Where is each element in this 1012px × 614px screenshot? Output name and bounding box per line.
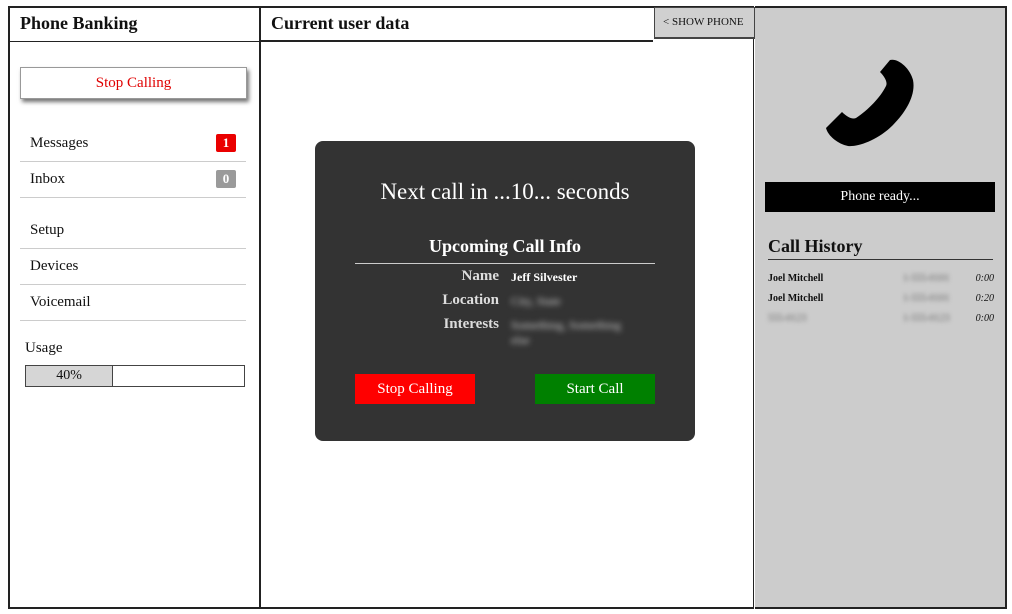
history-caller-name: Joel Mitchell [768,273,824,284]
call-history-row[interactable]: 555-0123 1-555-0123 0:00 [768,311,994,327]
sidebar: Phone Banking Stop Calling Messages 1 In… [8,6,261,609]
upcoming-call-title: Upcoming Call Info [428,236,581,256]
usage-label: Usage [25,340,63,356]
interests-value: Something, Something else [511,318,622,347]
nav-item-voicemail[interactable]: Voicemail [20,285,246,321]
next-call-dialog: Next call in ...10... seconds Upcoming C… [315,141,695,441]
phone-panel: Phone ready... Call History Joel Mitchel… [755,6,1007,609]
usage-progress-bar: 40% [25,365,245,387]
call-history-title: Call History [768,236,993,260]
nav-item-setup[interactable]: Setup [20,213,246,249]
start-call-button[interactable]: Start Call [535,374,655,404]
history-caller-number: 1-555-0101 [903,293,950,304]
history-call-duration: 0:00 [975,273,994,284]
location-label: Location [442,292,499,308]
nav-item-label: Messages [30,135,89,151]
history-call-duration: 0:00 [975,313,994,324]
inbox-count-badge: 0 [216,170,236,188]
nav-item-messages[interactable]: Messages 1 [20,126,246,162]
history-call-duration: 0:20 [975,293,994,304]
stop-calling-button[interactable]: Stop Calling [355,374,475,404]
sidebar-title: Phone Banking [10,8,259,42]
stop-calling-button[interactable]: Stop Calling [20,67,247,99]
phone-handset-icon [826,59,914,147]
history-caller-name: 555-0123 [768,313,807,324]
interests-label: Interests [443,316,499,332]
show-phone-tab[interactable]: < SHOW PHONE [654,7,755,39]
nav-item-devices[interactable]: Devices [20,249,246,285]
nav-item-label: Setup [30,222,65,238]
history-caller-name: Joel Mitchell [768,293,824,304]
name-value: Jeff Silvester [511,270,578,284]
messages-count-badge: 1 [216,134,236,152]
phone-status-bar: Phone ready... [765,182,995,212]
call-history-row[interactable]: Joel Mitchell 1-555-0101 0:00 [768,271,994,287]
usage-progress-fill: 40% [26,366,114,386]
nav-item-inbox[interactable]: Inbox 0 [20,162,246,198]
call-history-row[interactable]: Joel Mitchell 1-555-0101 0:20 [768,291,994,307]
location-value: City, State [511,294,561,308]
history-caller-number: 1-555-0123 [903,313,950,324]
history-caller-number: 1-555-0101 [903,273,950,284]
nav-item-label: Voicemail [30,294,91,310]
name-label: Name [461,268,500,284]
main-title: Current user data [261,8,653,42]
nav-item-label: Inbox [30,171,65,187]
main-header-divider [261,40,653,41]
nav-item-label: Devices [30,258,79,274]
call-countdown: Next call in ...10... seconds [380,179,630,204]
upcoming-call-divider [355,263,655,264]
